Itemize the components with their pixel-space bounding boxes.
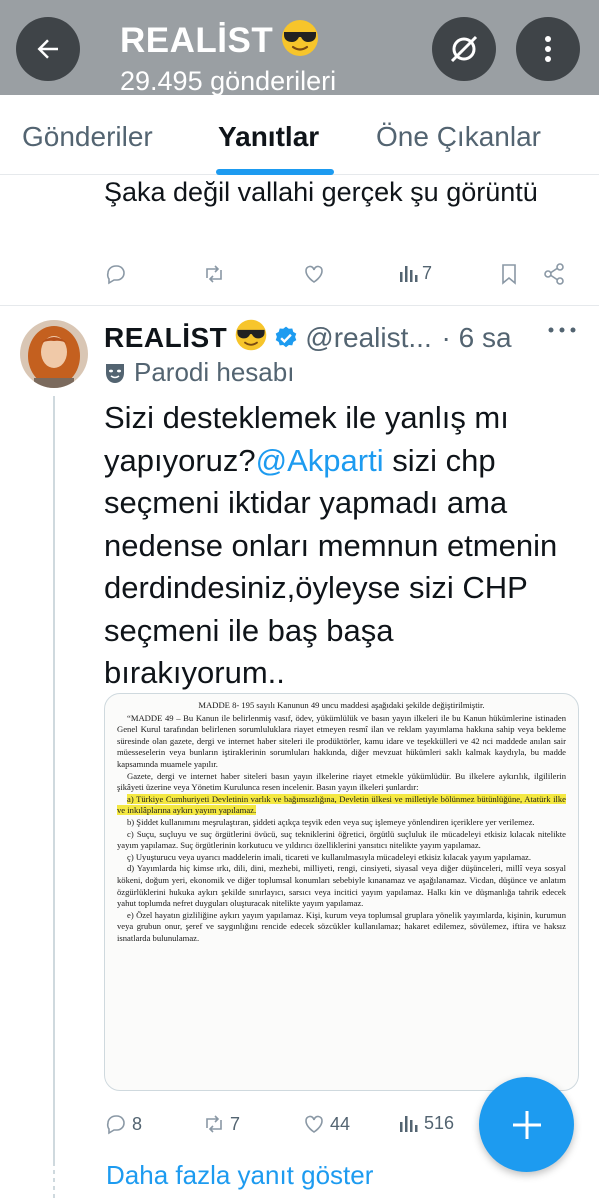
more-horizontal-icon (548, 327, 576, 333)
mention-link[interactable]: @Akparti (256, 443, 384, 478)
tab-highlights[interactable]: Öne Çıkanlar (376, 121, 541, 153)
back-arrow-icon (37, 39, 58, 59)
previous-reply-text: Şaka değil vallahi gerçek şu görüntü (104, 177, 538, 207)
thread-line (53, 396, 55, 1166)
verified-badge-icon (275, 326, 297, 348)
doc-paragraph: b) Şiddet kullanımını meşrulaştıran, şid… (127, 816, 535, 827)
like-icon (305, 265, 323, 283)
like-icon (305, 1115, 323, 1133)
doc-paragraph: e) Özel hayatın gizliliğine aykırı yayım… (117, 909, 566, 943)
bookmark-button[interactable] (498, 262, 520, 286)
author-name[interactable]: REALİST (104, 322, 227, 353)
avatar[interactable] (20, 320, 88, 388)
bookmark-icon (502, 264, 516, 285)
profile-name-text: REALİST (120, 21, 274, 60)
reply-count: 8 (132, 1113, 143, 1134)
repost-icon (206, 265, 222, 283)
tweet-text: Sizi desteklemek ile yanlış mı yapıyoruz… (104, 397, 582, 695)
tab-replies[interactable]: Yanıtlar (218, 121, 319, 153)
avatar-image (20, 320, 88, 388)
show-more-replies-link[interactable]: Daha fazla yanıt göster (106, 1160, 373, 1191)
tweet-divider (0, 305, 599, 306)
sunglasses-emoji-icon (282, 20, 319, 56)
eye-slash-icon (450, 35, 478, 63)
more-options-button[interactable] (516, 17, 580, 81)
reply-icon (106, 1115, 125, 1135)
doc-paragraph: MADDE 8- 195 sayılı Kanunun 49 uncu madd… (198, 700, 485, 710)
reply-button[interactable] (104, 262, 128, 286)
compose-button[interactable] (479, 1077, 574, 1172)
thread-continuation-line (53, 1162, 55, 1200)
views-count: 7 (422, 262, 433, 283)
compose-plus-icon (512, 1110, 541, 1139)
views-button[interactable]: 516 (398, 1112, 454, 1134)
profile-name: REALİST (120, 18, 321, 61)
share-icon (544, 263, 564, 285)
doc-paragraph: ç) Uyuşturucu veya uyarıcı maddelerin im… (127, 851, 531, 862)
profile-tabs: Gönderiler Yanıtlar Öne Çıkanlar (0, 95, 599, 175)
reply-icon (106, 265, 125, 285)
repost-icon (206, 1115, 222, 1133)
tab-posts[interactable]: Gönderiler (22, 121, 153, 153)
views-icon (400, 1116, 418, 1132)
author-handle[interactable]: @realist... (305, 322, 431, 353)
parody-mask-icon (106, 363, 124, 383)
tweet-more-button[interactable] (546, 322, 582, 352)
like-button[interactable] (302, 262, 326, 286)
share-button[interactable] (542, 262, 566, 286)
repost-count: 7 (230, 1113, 241, 1134)
hide-button[interactable] (432, 17, 496, 81)
doc-paragraph: “MADDE 49 – Bu Kanun ile belirlenmiş vas… (117, 712, 566, 769)
previous-reply-actions: 7 (104, 262, 574, 292)
doc-highlighted-paragraph: a) Türkiye Cumhuriyeti Devletinin varlık… (117, 793, 566, 816)
like-count: 44 (330, 1113, 351, 1134)
views-icon (400, 266, 418, 282)
views-count: 516 (424, 1112, 455, 1133)
more-vertical-icon (545, 36, 551, 62)
doc-paragraph: c) Suçu, suçluyu ve suç örgütlerini övüc… (117, 828, 566, 851)
repost-button[interactable] (202, 262, 226, 286)
reply-button[interactable]: 8 (104, 1112, 142, 1136)
doc-paragraph: d) Yayımlarda hiç kimse ırkı, dili, dini… (117, 863, 566, 909)
tweet-author-row: REALİST @realist... · 6 sa (104, 318, 584, 358)
repost-button[interactable]: 7 (202, 1112, 240, 1136)
parody-label: Parodi hesabı (104, 357, 294, 388)
views-button[interactable]: 7 (398, 262, 432, 284)
tweet-time: · 6 sa (441, 322, 512, 353)
sunglasses-emoji-icon (235, 319, 267, 351)
doc-paragraph: Gazete, dergi ve internet haber siteleri… (117, 770, 566, 793)
profile-header: REALİST 29.495 gönderileri (0, 0, 599, 95)
tweet-text-part-2: sizi chp seçmeni iktidar yapmadı ama ned… (104, 442, 558, 691)
back-button[interactable] (16, 17, 80, 81)
post-count: 29.495 gönderileri (120, 66, 337, 95)
attached-document-image[interactable]: MADDE 8- 195 sayılı Kanunun 49 uncu madd… (104, 693, 579, 1091)
parody-label-text: Parodi hesabı (134, 357, 295, 387)
like-button[interactable]: 44 (302, 1112, 350, 1136)
